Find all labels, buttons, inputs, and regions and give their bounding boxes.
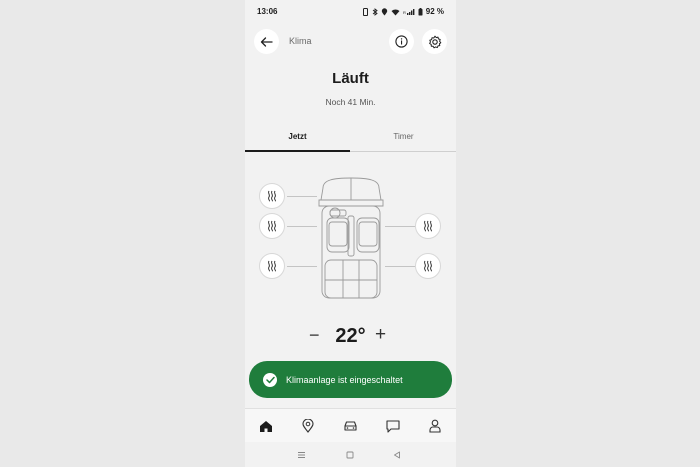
- settings-button[interactable]: [422, 29, 447, 54]
- seat-heat-icon: [424, 220, 432, 232]
- windshield-heat-button[interactable]: [259, 183, 285, 209]
- nav-messages[interactable]: [385, 418, 401, 434]
- car-top-view-illustration: [318, 177, 384, 299]
- page-title: Klima: [289, 36, 312, 46]
- check-circle: [263, 372, 277, 387]
- back-triangle-icon: [394, 451, 400, 459]
- arrow-left-icon: [260, 36, 273, 47]
- app-screen: 13:06 R 92 % Klima Läuft Noch 41 Min. Je…: [245, 0, 456, 467]
- gear-icon: [428, 35, 441, 48]
- nav-home[interactable]: [258, 418, 274, 434]
- battery-percent: 92 %: [425, 7, 444, 16]
- info-icon: [395, 35, 408, 48]
- car-seat-diagram: [245, 170, 456, 310]
- status-icons: R 92 %: [362, 7, 444, 16]
- climate-status-title: Läuft: [332, 70, 369, 87]
- system-navigation-bar: [245, 442, 456, 467]
- remaining-time: Noch 41 Min.: [325, 97, 376, 107]
- temperature-value: 22°: [335, 325, 366, 347]
- seat-heat-icon: [268, 220, 276, 232]
- map-pin-icon: [302, 419, 314, 433]
- system-home-button[interactable]: [344, 449, 356, 461]
- windshield-heat-icon: [268, 190, 276, 202]
- vibrate-icon: [362, 7, 368, 16]
- home-square-icon: [346, 451, 354, 459]
- system-back-button[interactable]: [391, 449, 403, 461]
- driver-connector-line: [287, 226, 317, 227]
- battery-icon: [418, 7, 423, 15]
- svg-text:R: R: [403, 10, 406, 15]
- nav-profile[interactable]: [427, 418, 443, 434]
- nav-car[interactable]: [342, 418, 358, 434]
- wifi-icon: [391, 8, 400, 15]
- menu-icon: [297, 452, 305, 458]
- system-menu-button[interactable]: [295, 449, 307, 461]
- car-icon: [343, 421, 357, 431]
- tab-jetzt[interactable]: Jetzt: [245, 128, 350, 152]
- driver-seat-heat-button[interactable]: [259, 213, 285, 239]
- bluetooth-icon: [372, 7, 378, 16]
- status-time: 13:06: [257, 7, 278, 16]
- location-icon: [381, 7, 387, 15]
- signal-icon: R: [403, 8, 415, 15]
- home-icon: [260, 420, 272, 432]
- rear-left-seat-heat-button[interactable]: [259, 253, 285, 279]
- check-icon: [265, 376, 275, 383]
- status-bar: 13:06 R 92 %: [245, 0, 456, 22]
- nav-map[interactable]: [300, 418, 316, 434]
- chat-icon: [386, 419, 400, 433]
- status-toast: Klimaanlage ist eingeschaltet: [249, 361, 452, 398]
- tab-timer[interactable]: Timer: [351, 128, 456, 152]
- temperature-increase-button[interactable]: +: [375, 324, 386, 346]
- info-button[interactable]: [389, 29, 414, 54]
- rear-right-seat-heat-button[interactable]: [415, 253, 441, 279]
- windshield-connector-line: [287, 196, 317, 197]
- temperature-control: − 22° +: [245, 323, 456, 349]
- profile-icon: [429, 419, 441, 433]
- tab-bar: Jetzt Timer: [245, 128, 456, 152]
- rear-left-connector-line: [287, 266, 317, 267]
- passenger-connector-line: [385, 226, 415, 227]
- rear-right-connector-line: [385, 266, 415, 267]
- seat-heat-icon: [424, 260, 432, 272]
- seat-heat-icon: [268, 260, 276, 272]
- back-button[interactable]: [254, 29, 279, 54]
- bottom-navigation: [245, 408, 456, 442]
- passenger-seat-heat-button[interactable]: [415, 213, 441, 239]
- toast-message: Klimaanlage ist eingeschaltet: [286, 374, 403, 385]
